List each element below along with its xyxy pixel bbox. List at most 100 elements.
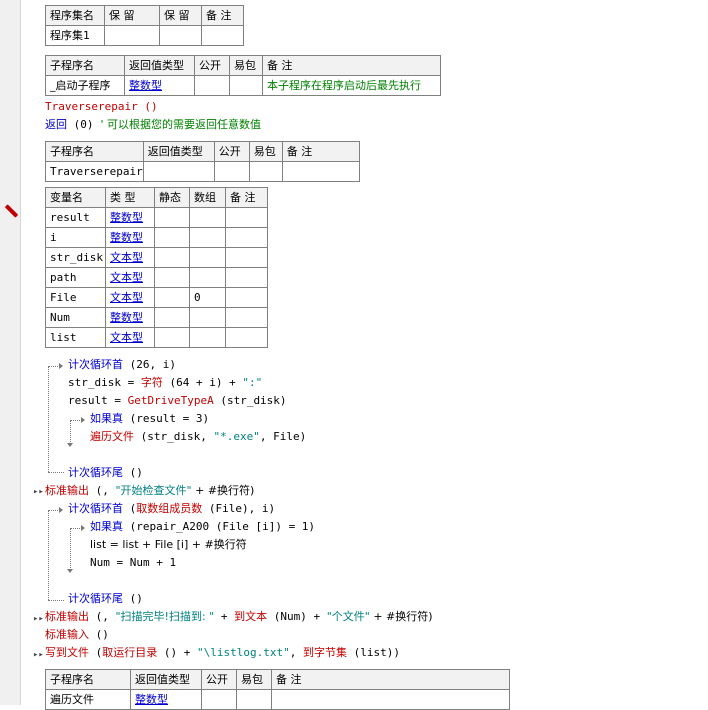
table-cell[interactable]	[159, 25, 202, 46]
editor-gutter	[0, 0, 21, 705]
var-static-cell[interactable]	[154, 287, 190, 308]
var-type-cell[interactable]: 文本型	[105, 247, 155, 268]
var-name-cell[interactable]: File	[45, 287, 106, 308]
header-cell: 易包	[236, 669, 272, 690]
var-array-cell[interactable]	[189, 267, 226, 288]
var-static-cell[interactable]	[154, 267, 190, 288]
var-static-cell[interactable]	[154, 247, 190, 268]
table-cell[interactable]	[201, 689, 237, 710]
var-array-cell[interactable]: 0	[189, 287, 226, 308]
if-args: (result = 3)	[123, 412, 210, 425]
if-args: (repair_A200 (File [i]) = 1)	[123, 520, 316, 533]
string-literal: ":"	[242, 376, 263, 389]
var-type-cell[interactable]: 整数型	[105, 207, 155, 228]
header-cell: 公开	[201, 669, 237, 690]
table-cell[interactable]	[194, 75, 230, 96]
code-line-loop-end[interactable]: 计次循环尾 ()	[68, 464, 143, 482]
var-note-cell[interactable]	[225, 307, 268, 328]
code-text: (str_disk)	[213, 394, 287, 407]
code-line-str-disk[interactable]: str_disk = 字符 (64 + i) + ":"	[68, 374, 262, 392]
code-line-if[interactable]: 如果真 (result = 3)	[90, 410, 209, 428]
if-keyword: 如果真	[90, 520, 123, 533]
table-cell[interactable]	[281, 161, 360, 182]
code-text: str_disk =	[68, 376, 141, 389]
table-cell[interactable]	[271, 689, 510, 710]
header-cell: 易包	[248, 141, 283, 162]
header-cell: 保 留	[159, 5, 202, 26]
var-type-cell[interactable]: 整数型	[105, 307, 155, 328]
loop-args: (26, i)	[123, 358, 176, 371]
var-type-cell[interactable]: 文本型	[105, 287, 155, 308]
var-note-cell[interactable]	[225, 227, 268, 248]
code-line-stdout-start[interactable]: 标准输出 (, "开始检查文件" + #换行符)	[45, 482, 254, 500]
string-literal: "个文件"	[326, 610, 370, 623]
loop-guide-line	[48, 510, 49, 600]
table-row: Num 整数型	[45, 307, 268, 328]
var-static-cell[interactable]	[154, 307, 190, 328]
sub-name-cell[interactable]: _启动子程序	[45, 75, 125, 96]
code-line-stdout-done[interactable]: 标准输出 (, "扫描完毕!扫描到: " + 到文本 (Num) + "个文件"…	[45, 608, 433, 626]
header-cell: 子程序名	[45, 669, 131, 690]
code-line-loop2-start[interactable]: 计次循环首 (取数组成员数 (File), i)	[68, 500, 275, 518]
code-line-result[interactable]: result = GetDriveTypeA (str_disk)	[68, 392, 287, 410]
loop-keyword: 计次循环首	[68, 358, 123, 371]
var-note-cell[interactable]	[225, 327, 268, 348]
var-type-cell[interactable]: 文本型	[105, 267, 155, 288]
var-static-cell[interactable]	[154, 227, 190, 248]
table-cell[interactable]	[229, 75, 263, 96]
code-line-num-increment[interactable]: Num = Num + 1	[90, 554, 176, 572]
program-set-name[interactable]: 程序集1	[45, 25, 105, 46]
var-type-cell[interactable]: 文本型	[105, 327, 155, 348]
table-cell[interactable]	[213, 161, 250, 182]
code-text: ()	[89, 628, 109, 641]
var-array-cell[interactable]	[189, 327, 226, 348]
sub-name-cell[interactable]: 遍历文件	[45, 689, 131, 710]
var-array-cell[interactable]	[189, 227, 226, 248]
return-type-cell[interactable]: 整数型	[124, 75, 195, 96]
startup-sub-table: 子程序名 返回值类型 公开 易包 备 注 _启动子程序 整数型 本子程序在程序启…	[45, 55, 441, 96]
table-cell[interactable]	[248, 161, 283, 182]
code-line-if2[interactable]: 如果真 (repair_A200 (File [i]) = 1)	[90, 518, 315, 536]
var-name-cell[interactable]: i	[45, 227, 106, 248]
code-line-traverse-call[interactable]: 遍历文件 (str_disk, "*.exe", File)	[90, 428, 306, 446]
loop-guide-line	[48, 472, 64, 473]
table-cell[interactable]	[201, 25, 244, 46]
var-name-cell[interactable]: result	[45, 207, 106, 228]
var-note-cell[interactable]	[225, 207, 268, 228]
statement-marker-icon: ▸▸	[33, 487, 44, 497]
var-static-cell[interactable]	[154, 327, 190, 348]
var-note-cell[interactable]	[225, 267, 268, 288]
statement-marker-icon: ▸▸	[33, 650, 44, 660]
code-line-list-append[interactable]: list = list + File [i] + #换行符	[90, 536, 247, 554]
code-line-write-file[interactable]: 写到文件 (取运行目录 () + "\listlog.txt", 到字节集 (l…	[45, 644, 400, 662]
var-name-cell[interactable]: str_disk	[45, 247, 106, 268]
var-array-cell[interactable]	[189, 247, 226, 268]
note-cell[interactable]: 本子程序在程序启动后最先执行	[262, 75, 441, 96]
code-line-return[interactable]: 返回 (0) ' 可以根据您的需要返回任意数值	[45, 116, 261, 134]
var-type-cell[interactable]: 整数型	[105, 227, 155, 248]
table-cell[interactable]	[142, 161, 215, 182]
header-cell: 子程序名	[45, 55, 125, 76]
code-line-loop2-end[interactable]: 计次循环尾 ()	[68, 590, 143, 608]
var-name-cell[interactable]: list	[45, 327, 106, 348]
var-note-cell[interactable]	[225, 287, 268, 308]
string-literal: "\listlog.txt"	[197, 646, 290, 659]
table-cell[interactable]	[104, 25, 160, 46]
var-array-cell[interactable]	[189, 307, 226, 328]
var-note-cell[interactable]	[225, 247, 268, 268]
var-name-cell[interactable]: Num	[45, 307, 106, 328]
code-text: (File), i)	[202, 502, 276, 515]
code-line-call-traverse[interactable]: Traverserepair ()	[45, 98, 158, 116]
code-text: , File)	[259, 430, 307, 443]
code-text: ()	[123, 592, 143, 605]
sub-name-cell[interactable]: Traverserepair	[45, 161, 144, 182]
table-cell[interactable]	[236, 689, 272, 710]
if-end-arrow-icon	[67, 569, 73, 573]
code-line-loop-start[interactable]: 计次循环首 (26, i)	[68, 356, 176, 374]
code-text: () +	[157, 646, 197, 659]
var-array-cell[interactable]	[189, 207, 226, 228]
var-name-cell[interactable]: path	[45, 267, 106, 288]
var-static-cell[interactable]	[154, 207, 190, 228]
return-type-cell[interactable]: 整数型	[130, 689, 202, 710]
code-line-stdin[interactable]: 标准输入 ()	[45, 626, 109, 644]
